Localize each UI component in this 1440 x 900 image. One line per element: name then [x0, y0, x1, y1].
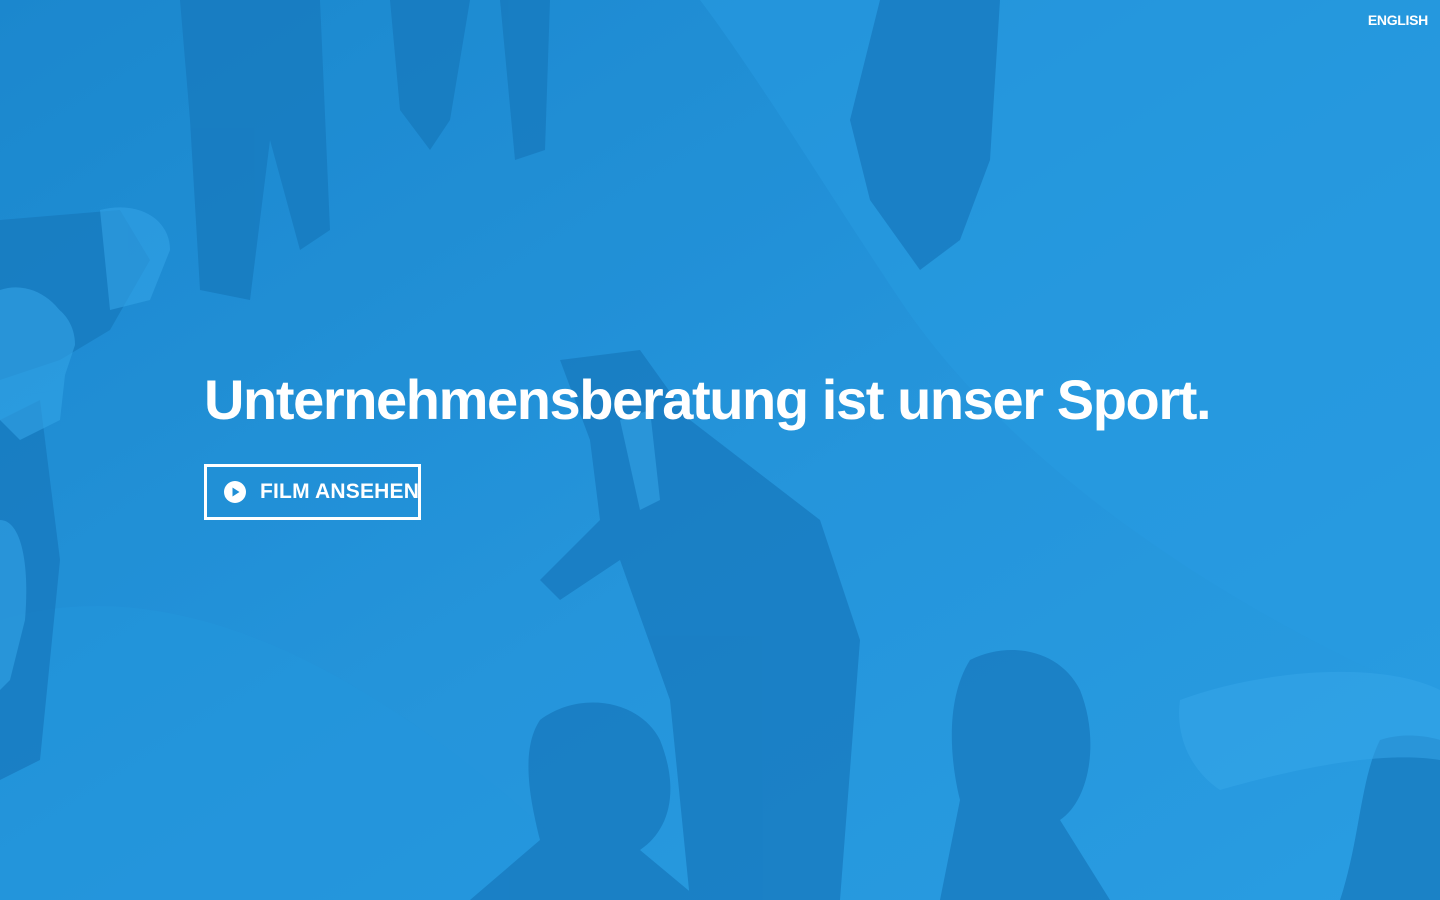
hero-headline: Unternehmensberatung ist unser Sport. — [204, 368, 1212, 431]
hero-section: ENGLISH Unternehmensberatung ist unser S… — [0, 0, 1440, 900]
watch-film-label: FILM ANSEHEN — [260, 480, 420, 503]
hero-background-image — [0, 0, 1440, 900]
watch-film-button[interactable]: FILM ANSEHEN — [204, 464, 421, 520]
language-switch-english[interactable]: ENGLISH — [1368, 12, 1428, 28]
play-circle-icon — [224, 481, 246, 503]
